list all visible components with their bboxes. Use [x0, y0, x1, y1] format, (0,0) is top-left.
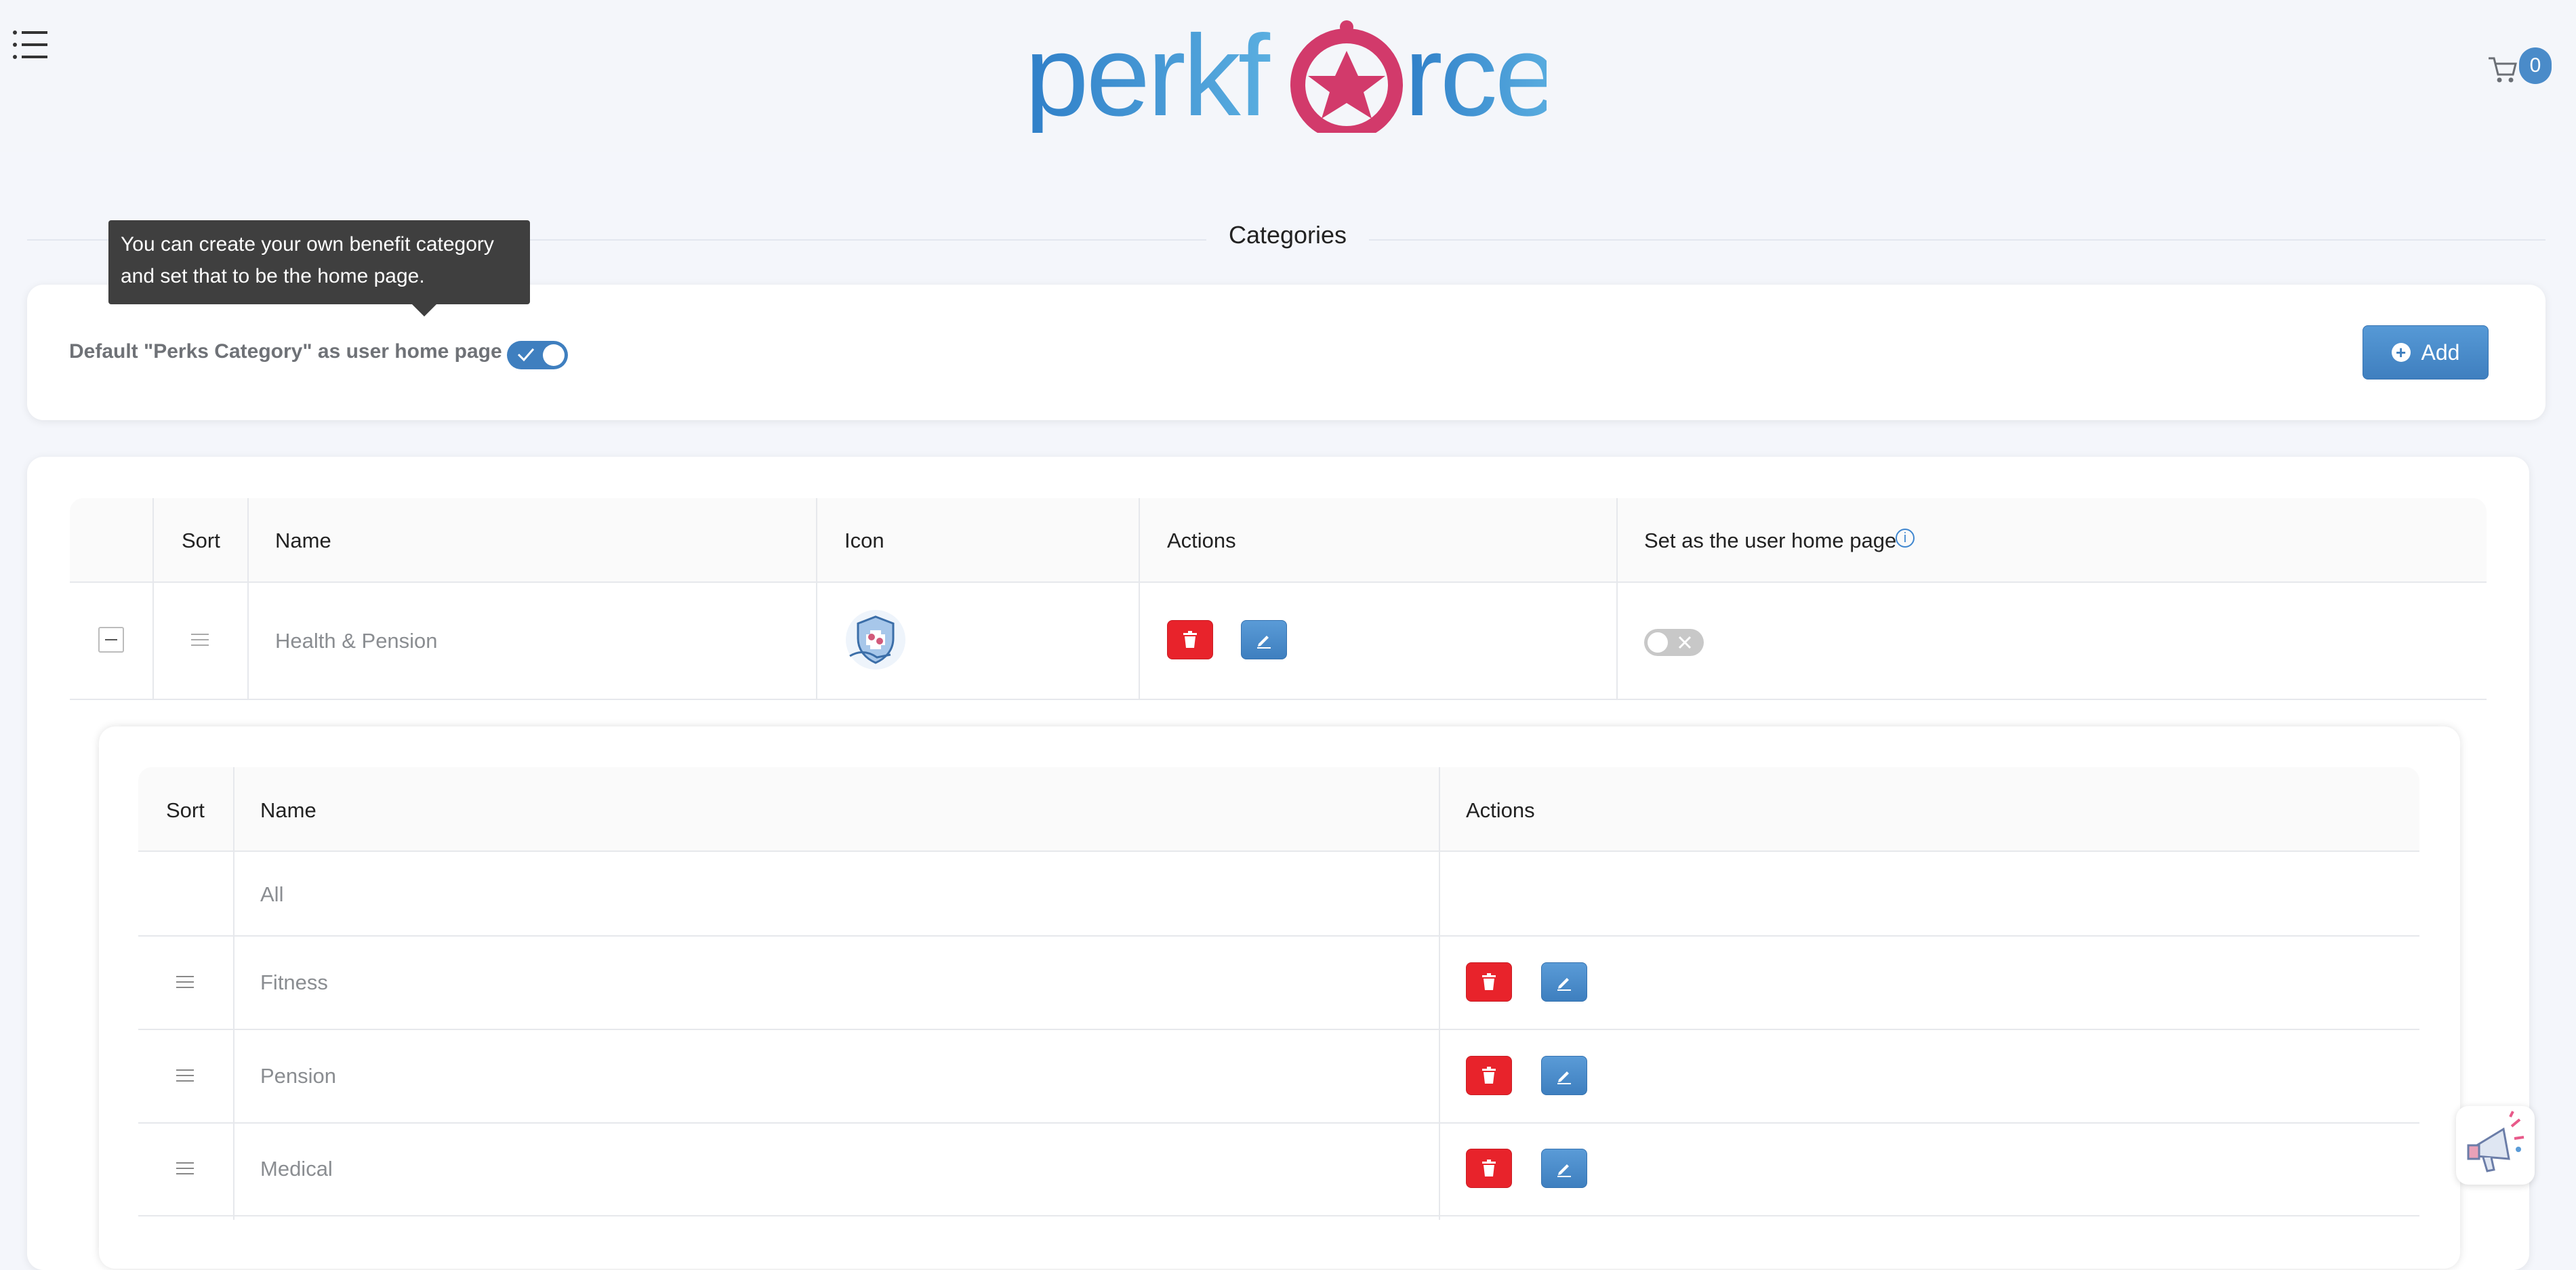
column-header-sort[interactable]: Sort: [182, 529, 220, 553]
pencil-icon: [1557, 1164, 1571, 1177]
drag-handle-icon[interactable]: [176, 1161, 194, 1176]
col-divider: [247, 498, 249, 699]
subcategories-table-header: [138, 767, 2419, 851]
subcategory-name: All: [260, 882, 284, 906]
collapse-row-button[interactable]: [98, 627, 124, 653]
edit-category-button[interactable]: [1241, 620, 1287, 659]
help-tooltip: You can create your own benefit category…: [108, 220, 530, 316]
col-divider: [1616, 498, 1618, 699]
col-divider: [816, 498, 817, 699]
row-divider: [70, 699, 2487, 700]
shield-health-icon: [846, 610, 905, 670]
row-divider: [138, 1215, 2419, 1216]
sub-column-header-actions: Actions: [1466, 798, 1535, 822]
row-divider: [138, 1029, 2419, 1030]
edit-subcategory-button[interactable]: [1541, 1056, 1587, 1095]
col-divider: [152, 498, 154, 699]
announcement-button[interactable]: [2456, 1106, 2535, 1185]
cart-icon[interactable]: [2487, 54, 2518, 85]
page-title: Categories: [1228, 221, 1347, 249]
section-divider-right: [1369, 239, 2546, 241]
column-header-home: Set as the user home page: [1644, 529, 1897, 552]
default-home-label: Default "Perks Category" as user home pa…: [69, 340, 502, 363]
row-divider: [138, 935, 2419, 937]
sub-column-header-name[interactable]: Name: [260, 798, 316, 823]
pencil-icon: [1557, 978, 1571, 991]
drag-handle-icon[interactable]: [176, 975, 194, 989]
svg-text:rce: rce: [1404, 14, 1547, 133]
add-button-label: Add: [2421, 340, 2460, 365]
header-divider: [138, 851, 2419, 852]
column-header-icon: Icon: [844, 529, 884, 552]
tooltip-line-2: and set that to be the home page.: [121, 265, 425, 287]
row-divider: [138, 1122, 2419, 1124]
delete-subcategory-button[interactable]: [1466, 1149, 1512, 1188]
column-header-actions: Actions: [1167, 529, 1236, 552]
pencil-icon: [1557, 1071, 1571, 1084]
info-icon[interactable]: i: [1896, 529, 1915, 548]
menu-list-icon[interactable]: [12, 28, 49, 61]
delete-category-button[interactable]: [1167, 620, 1213, 659]
col-divider: [1139, 498, 1140, 699]
subcategory-name: Fitness: [260, 970, 328, 994]
perkforce-logo[interactable]: perkf rce: [1025, 14, 1547, 133]
trash-icon: [1482, 1067, 1496, 1084]
col-divider: [1439, 767, 1440, 1220]
edit-subcategory-button[interactable]: [1541, 962, 1587, 1002]
set-home-toggle[interactable]: [1644, 629, 1704, 656]
trash-icon: [1482, 973, 1496, 990]
add-category-button[interactable]: + Add: [2363, 325, 2489, 380]
column-header-name[interactable]: Name: [275, 529, 331, 553]
drag-handle-icon[interactable]: [191, 632, 209, 647]
plus-circle-icon: +: [2391, 343, 2411, 362]
tooltip-line-1: You can create your own benefit category: [121, 233, 494, 255]
subcategory-name: Pension: [260, 1064, 337, 1088]
cart-count-badge: 0: [2519, 47, 2552, 84]
category-name: Health & Pension: [275, 629, 438, 653]
megaphone-icon: [2467, 1111, 2524, 1172]
delete-subcategory-button[interactable]: [1466, 1056, 1512, 1095]
delete-subcategory-button[interactable]: [1466, 962, 1512, 1002]
default-home-toggle[interactable]: [507, 341, 568, 369]
categories-table-header: [70, 498, 2487, 582]
sub-column-header-sort[interactable]: Sort: [166, 798, 205, 823]
drag-handle-icon[interactable]: [176, 1068, 194, 1083]
col-divider: [233, 767, 234, 1220]
pencil-icon: [1257, 636, 1271, 649]
check-icon: [517, 348, 535, 362]
toggle-knob: [543, 344, 565, 366]
edit-subcategory-button[interactable]: [1541, 1149, 1587, 1188]
toggle-knob: [1648, 632, 1668, 653]
subcategory-name: Medical: [260, 1157, 333, 1181]
x-icon: [1678, 636, 1692, 649]
trash-icon: [1183, 631, 1197, 648]
svg-text:perkf: perkf: [1025, 14, 1271, 133]
header-divider: [70, 581, 2487, 583]
trash-icon: [1482, 1160, 1496, 1176]
